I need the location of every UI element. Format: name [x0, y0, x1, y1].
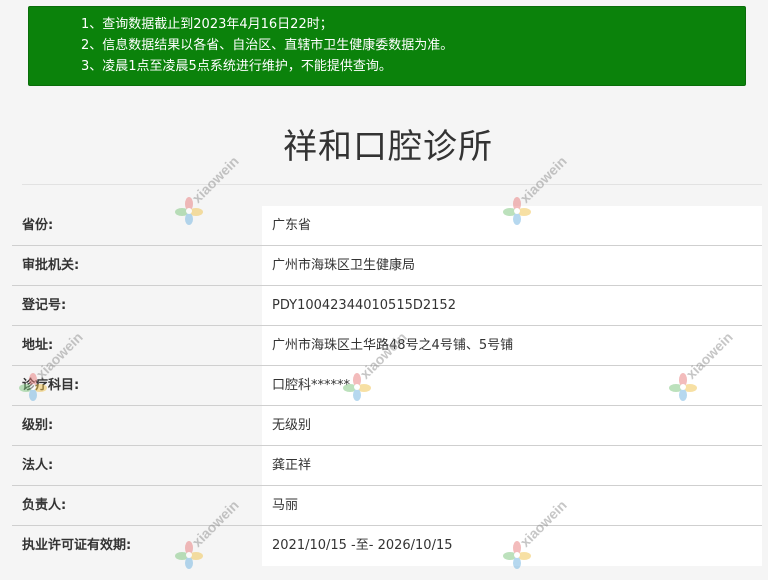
row-value: 广州市海珠区土华路48号之4号铺、5号铺	[262, 326, 762, 365]
row-value: 2021/10/15 -至- 2026/10/15	[262, 526, 762, 566]
title-divider	[22, 184, 762, 185]
info-row-level: 级别: 无级别	[12, 406, 762, 446]
row-value: 无级别	[262, 406, 762, 445]
row-value: PDY10042344010515D2152	[262, 286, 762, 325]
row-label: 诊疗科目:	[12, 366, 262, 405]
clinic-name: 祥和口腔诊所	[283, 127, 493, 167]
info-row-person-in-charge: 负责人: 马丽	[12, 486, 762, 526]
row-value: 马丽	[262, 486, 762, 525]
row-label: 审批机关:	[12, 246, 262, 285]
row-label: 法人:	[12, 446, 262, 485]
notice-line-1: 1、查询数据截止到2023年4月16日22时；	[81, 17, 333, 32]
row-value: 广东省	[262, 206, 762, 245]
row-label: 登记号:	[12, 286, 262, 325]
row-value: 口腔科******	[262, 366, 762, 405]
notice-line-2: 2、信息数据结果以各省、自治区、直辖市卫生健康委数据为准。	[81, 38, 454, 53]
notice-banner: 1、查询数据截止到2023年4月16日22时； 2、信息数据结果以各省、自治区、…	[28, 6, 746, 86]
row-label: 执业许可证有效期:	[12, 526, 262, 566]
row-label: 地址:	[12, 326, 262, 365]
info-row-authority: 审批机关: 广州市海珠区卫生健康局	[12, 246, 762, 286]
info-row-registration: 登记号: PDY10042344010515D2152	[12, 286, 762, 326]
info-row-province: 省份: 广东省	[12, 206, 762, 246]
info-row-address: 地址: 广州市海珠区土华路48号之4号铺、5号铺	[12, 326, 762, 366]
row-value: 广州市海珠区卫生健康局	[262, 246, 762, 285]
row-label: 负责人:	[12, 486, 262, 525]
row-label: 省份:	[12, 206, 262, 245]
notice-line-3: 3、凌晨1点至凌晨5点系统进行维护，不能提供查询。	[81, 59, 392, 74]
info-table: 省份: 广东省 审批机关: 广州市海珠区卫生健康局 登记号: PDY100423…	[12, 206, 762, 566]
info-row-departments: 诊疗科目: 口腔科******	[12, 366, 762, 406]
row-value: 龚正祥	[262, 446, 762, 485]
info-row-legal-person: 法人: 龚正祥	[12, 446, 762, 486]
info-row-license-validity: 执业许可证有效期: 2021/10/15 -至- 2026/10/15	[12, 526, 762, 566]
row-label: 级别:	[12, 406, 262, 445]
